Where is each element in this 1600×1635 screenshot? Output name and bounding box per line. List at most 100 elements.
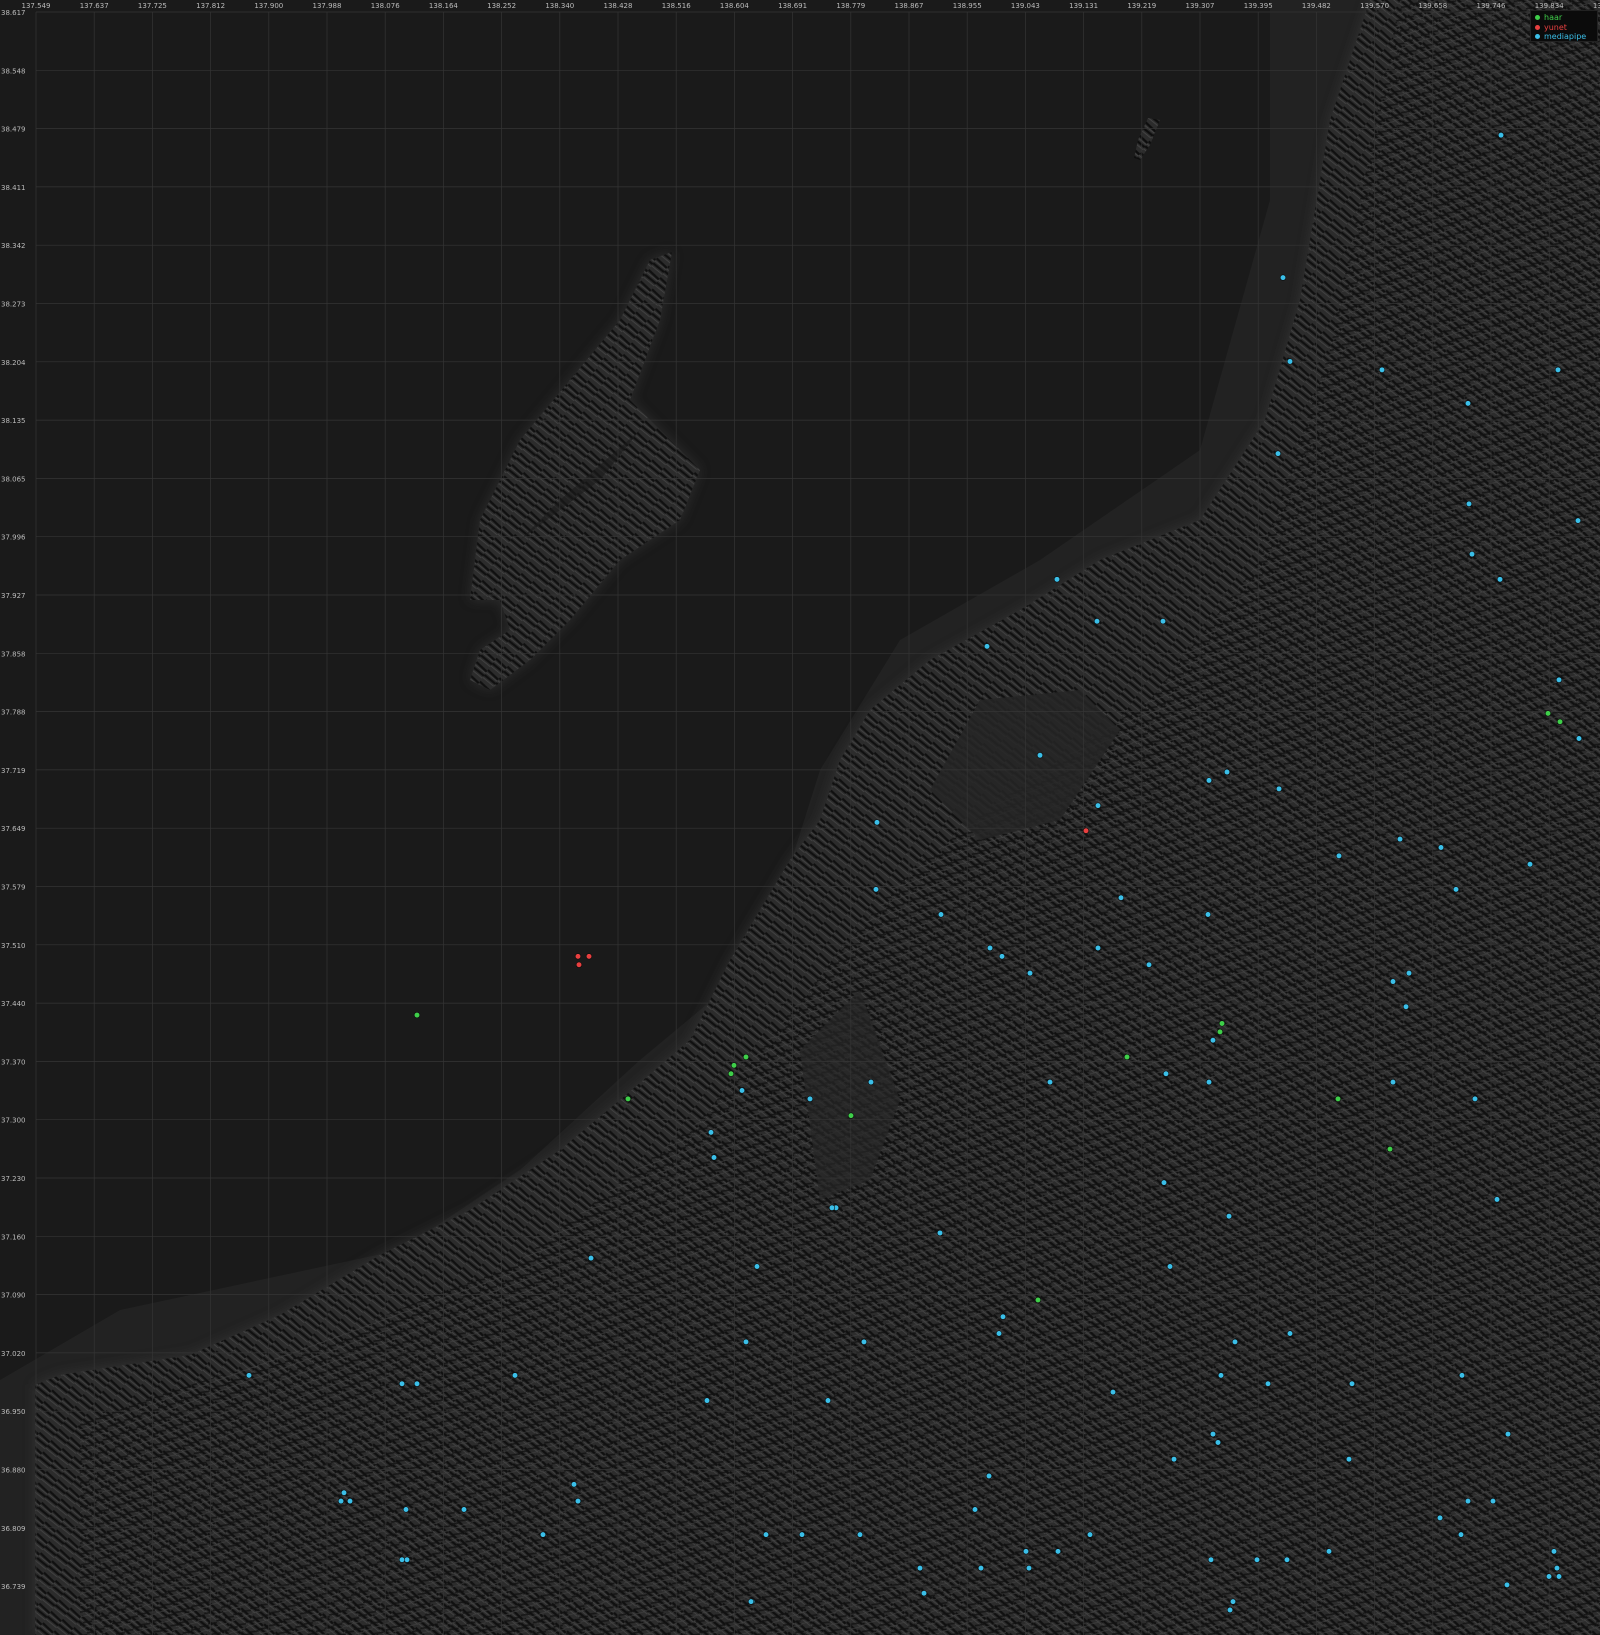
- mediapipe-detection-marker[interactable]: [1402, 1003, 1410, 1010]
- mediapipe-detection-marker[interactable]: [1229, 1598, 1237, 1605]
- mediapipe-detection-marker[interactable]: [998, 953, 1006, 960]
- mediapipe-detection-marker[interactable]: [1497, 132, 1505, 139]
- mediapipe-detection-marker[interactable]: [872, 886, 880, 893]
- mediapipe-detection-marker[interactable]: [1504, 1430, 1512, 1438]
- haar-detection-marker[interactable]: [1556, 718, 1564, 725]
- mediapipe-detection-marker[interactable]: [398, 1380, 406, 1387]
- mediapipe-detection-marker[interactable]: [1226, 1606, 1234, 1614]
- mediapipe-detection-marker[interactable]: [1166, 1263, 1174, 1270]
- mediapipe-detection-marker[interactable]: [1162, 1070, 1170, 1077]
- haar-detection-marker[interactable]: [1216, 1028, 1224, 1035]
- mediapipe-detection-marker[interactable]: [1279, 274, 1287, 281]
- mediapipe-detection-marker[interactable]: [1555, 1573, 1563, 1580]
- mediapipe-detection-marker[interactable]: [398, 1556, 406, 1563]
- legend-item-yunet[interactable]: yunet: [1535, 23, 1593, 33]
- mediapipe-detection-marker[interactable]: [1335, 852, 1343, 859]
- mediapipe-detection-marker[interactable]: [995, 1330, 1003, 1337]
- mediapipe-detection-marker[interactable]: [1286, 358, 1294, 365]
- mediapipe-detection-marker[interactable]: [983, 643, 991, 650]
- mediapipe-detection-marker[interactable]: [1207, 1556, 1215, 1563]
- mediapipe-detection-marker[interactable]: [937, 911, 945, 918]
- mediapipe-detection-marker[interactable]: [1159, 618, 1167, 625]
- mediapipe-detection-marker[interactable]: [1286, 1330, 1294, 1337]
- mediapipe-detection-marker[interactable]: [1464, 1498, 1472, 1505]
- mediapipe-detection-marker[interactable]: [936, 1229, 944, 1237]
- mediapipe-detection-marker[interactable]: [1471, 1095, 1479, 1102]
- mediapipe-detection-marker[interactable]: [1145, 961, 1153, 968]
- mediapipe-detection-marker[interactable]: [1437, 844, 1445, 851]
- mediapipe-detection-marker[interactable]: [742, 1338, 750, 1345]
- mediapipe-detection-marker[interactable]: [570, 1481, 578, 1488]
- mediapipe-detection-marker[interactable]: [1253, 1556, 1261, 1563]
- mediapipe-detection-marker[interactable]: [971, 1506, 979, 1513]
- mediapipe-detection-marker[interactable]: [1396, 835, 1404, 843]
- mediapipe-detection-marker[interactable]: [1550, 1548, 1558, 1555]
- mediapipe-detection-marker[interactable]: [460, 1506, 468, 1513]
- mediapipe-detection-marker[interactable]: [1170, 1456, 1178, 1463]
- mediapipe-detection-marker[interactable]: [1264, 1380, 1272, 1387]
- mediapipe-detection-marker[interactable]: [1223, 768, 1231, 776]
- legend-item-mediapipe[interactable]: mediapipe: [1535, 32, 1593, 42]
- mediapipe-detection-marker[interactable]: [1325, 1548, 1333, 1555]
- mediapipe-detection-marker[interactable]: [1094, 944, 1102, 952]
- mediapipe-detection-marker[interactable]: [245, 1372, 253, 1379]
- mediapipe-detection-marker[interactable]: [1109, 1389, 1117, 1396]
- mediapipe-detection-marker[interactable]: [1468, 551, 1476, 558]
- mediapipe-detection-marker[interactable]: [828, 1204, 836, 1211]
- mediapipe-detection-marker[interactable]: [1489, 1498, 1497, 1505]
- mediapipe-detection-marker[interactable]: [1054, 1548, 1062, 1555]
- mediapipe-detection-marker[interactable]: [824, 1397, 832, 1404]
- mediapipe-detection-marker[interactable]: [1086, 1531, 1094, 1538]
- mediapipe-detection-marker[interactable]: [867, 1079, 875, 1086]
- mediapipe-detection-marker[interactable]: [1503, 1581, 1511, 1589]
- mediapipe-detection-marker[interactable]: [873, 819, 881, 826]
- mediapipe-detection-marker[interactable]: [1022, 1548, 1030, 1555]
- haar-detection-marker[interactable]: [1386, 1146, 1394, 1153]
- mediapipe-detection-marker[interactable]: [762, 1531, 770, 1538]
- mediapipe-detection-marker[interactable]: [1553, 1565, 1561, 1572]
- yunet-detection-marker[interactable]: [575, 961, 583, 968]
- mediapipe-detection-marker[interactable]: [1458, 1372, 1466, 1379]
- mediapipe-detection-marker[interactable]: [1465, 500, 1473, 507]
- haar-detection-marker[interactable]: [727, 1070, 735, 1077]
- mediapipe-detection-marker[interactable]: [1205, 1079, 1213, 1086]
- mediapipe-detection-marker[interactable]: [539, 1531, 547, 1538]
- mediapipe-detection-marker[interactable]: [1160, 1179, 1168, 1186]
- mediapipe-detection-marker[interactable]: [1378, 366, 1386, 373]
- mediapipe-detection-marker[interactable]: [920, 1590, 928, 1597]
- mediapipe-detection-marker[interactable]: [1496, 576, 1504, 583]
- mediapipe-detection-marker[interactable]: [1209, 1037, 1217, 1044]
- mediapipe-detection-marker[interactable]: [1205, 777, 1213, 784]
- mediapipe-detection-marker[interactable]: [1217, 1372, 1225, 1379]
- mediapipe-detection-marker[interactable]: [1574, 517, 1582, 524]
- mediapipe-detection-marker[interactable]: [1274, 450, 1282, 457]
- haar-detection-marker[interactable]: [1123, 1053, 1131, 1061]
- mediapipe-detection-marker[interactable]: [1575, 735, 1583, 742]
- haar-detection-marker[interactable]: [1034, 1296, 1042, 1304]
- mediapipe-detection-marker[interactable]: [916, 1565, 924, 1572]
- mediapipe-detection-marker[interactable]: [1046, 1079, 1054, 1086]
- mediapipe-detection-marker[interactable]: [413, 1380, 421, 1387]
- mediapipe-detection-marker[interactable]: [1025, 1565, 1033, 1572]
- yunet-detection-marker[interactable]: [574, 953, 582, 960]
- mediapipe-detection-marker[interactable]: [511, 1372, 519, 1379]
- yunet-detection-marker[interactable]: [585, 953, 593, 960]
- mediapipe-detection-marker[interactable]: [1093, 618, 1101, 625]
- mediapipe-detection-marker[interactable]: [1204, 911, 1212, 918]
- mediapipe-detection-marker[interactable]: [346, 1498, 354, 1505]
- mediapipe-detection-marker[interactable]: [337, 1498, 345, 1505]
- mediapipe-detection-marker[interactable]: [1094, 802, 1102, 809]
- mediapipe-detection-marker[interactable]: [574, 1498, 582, 1505]
- mediapipe-detection-marker[interactable]: [587, 1254, 595, 1262]
- mediapipe-detection-marker[interactable]: [1214, 1439, 1222, 1446]
- mediapipe-detection-marker[interactable]: [1457, 1531, 1465, 1538]
- haar-detection-marker[interactable]: [624, 1095, 632, 1102]
- haar-detection-marker[interactable]: [742, 1053, 750, 1061]
- mediapipe-detection-marker[interactable]: [1555, 676, 1563, 683]
- mediapipe-detection-marker[interactable]: [856, 1531, 864, 1538]
- mediapipe-detection-marker[interactable]: [1231, 1338, 1239, 1345]
- mediapipe-detection-marker[interactable]: [1436, 1514, 1444, 1521]
- mediapipe-detection-marker[interactable]: [1545, 1573, 1553, 1580]
- mediapipe-detection-marker[interactable]: [747, 1598, 755, 1605]
- mediapipe-detection-marker[interactable]: [1225, 1213, 1233, 1220]
